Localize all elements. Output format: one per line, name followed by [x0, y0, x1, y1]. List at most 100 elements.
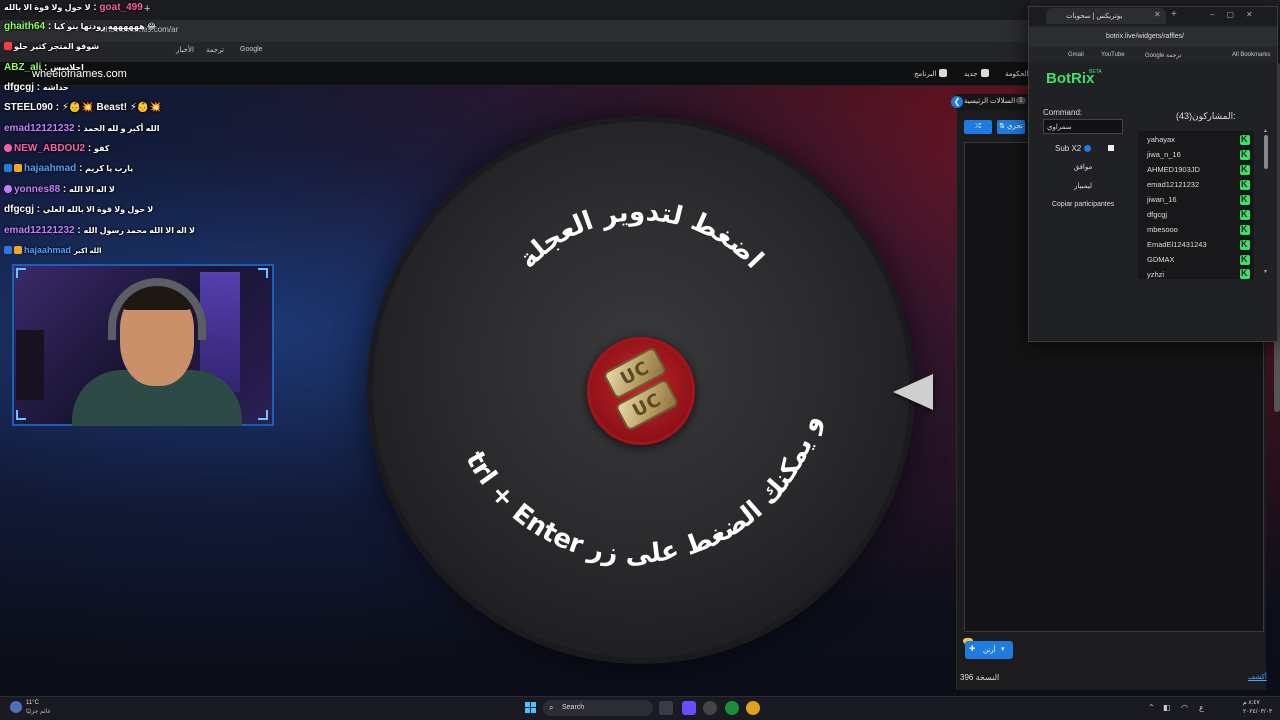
scroll-up-icon[interactable]: ▲: [1263, 128, 1268, 134]
discord-icon[interactable]: [682, 701, 696, 715]
window-controls[interactable]: –▢✕: [1210, 10, 1265, 19]
chat-text: كفو: [94, 144, 110, 153]
uc-label: UC: [617, 357, 654, 390]
chevron-up-icon[interactable]: ⌃: [1148, 703, 1155, 712]
popup-tab-title: بوتريكس | سحوبات: [1066, 13, 1123, 20]
wheel-center-logo[interactable]: UC UC: [587, 337, 695, 445]
svg-text:اضغط لتدوير العجلة: اضغط لتدوير العجلة: [513, 197, 769, 274]
tab-entries[interactable]: السلالات الرئيسية: [964, 97, 1015, 105]
new-tab-button[interactable]: +: [1171, 9, 1177, 20]
accept-button[interactable]: موافق: [1043, 161, 1123, 175]
chat-overlay: لا حول ولا قوة الا بالله : goat_499 ghai…: [4, 0, 294, 262]
webcam-background: [16, 330, 44, 400]
frame-corner: [16, 410, 26, 420]
nav-item-new[interactable]: جديد: [964, 69, 989, 78]
nav-label: جديد: [964, 71, 978, 78]
command-input[interactable]: سمراوي: [1043, 119, 1123, 134]
chat-text: شوفو المتجر كثير حلو: [14, 42, 100, 51]
sort-button[interactable]: ⇅ تجري: [997, 120, 1025, 134]
chat-text: لا اله الا الله: [69, 185, 115, 194]
participant-item: yzhzi: [1147, 270, 1165, 279]
windows-start-icon[interactable]: [525, 702, 537, 714]
reset-button[interactable]: ليمبيار: [1043, 180, 1123, 194]
search-label: Search: [562, 704, 585, 711]
participant-item: emad12121232: [1147, 180, 1200, 189]
scroll-down-icon[interactable]: ▼: [1263, 269, 1268, 275]
close-icon[interactable]: ✕: [1154, 10, 1161, 19]
plus-icon: +: [969, 643, 976, 655]
chrome-icon[interactable]: [725, 701, 739, 715]
chat-user: STEEL090: [4, 102, 53, 113]
kick-icon: [1240, 209, 1250, 220]
weather-icon[interactable]: [10, 701, 22, 713]
nav-label: البرنامج: [914, 71, 937, 78]
shuffle-button[interactable]: ⤮: [964, 120, 992, 134]
chat-message: yonnes88 : لا اله الا الله: [4, 184, 115, 200]
collapse-panel-button[interactable]: ❮: [951, 96, 963, 108]
chat-message: لا حول ولا قوة الا بالله : goat_499: [4, 2, 143, 13]
chat-user: emad12121232: [4, 225, 75, 236]
badge-icon: [4, 42, 12, 50]
clock-date[interactable]: ٢٠٢٤/٠٣/٠٣: [1243, 708, 1272, 715]
participant-item: jiwa_n_16: [1147, 150, 1181, 159]
nav-item-program[interactable]: البرنامج: [914, 69, 948, 78]
kick-icon: [1240, 268, 1250, 279]
chat-text: احلاسس: [50, 63, 84, 72]
badge-icon: [14, 246, 22, 254]
badge-icon: [4, 144, 12, 152]
kick-icon: [1240, 254, 1250, 265]
frame-corner: [16, 268, 26, 278]
chrome-alt-icon[interactable]: [746, 701, 760, 715]
botrix-logo: BotRix: [1046, 70, 1095, 87]
wifi-icon[interactable]: ◠: [1181, 703, 1188, 712]
chat-text: لا اله الا الله محمد رسول الله: [83, 226, 195, 235]
add-image-button[interactable]: + أرتن ▾: [965, 641, 1013, 659]
clock-time[interactable]: ٨:٤٧ م: [1243, 699, 1260, 706]
hide-link[interactable]: أكشف: [1248, 673, 1267, 681]
entries-count: النسخة 396: [960, 673, 1000, 682]
chat-user: emad12121232: [4, 123, 75, 134]
participants-title: (43)المشاركون:: [1176, 111, 1236, 121]
chat-message: emad12121232 : الله أكبر و لله الحمد: [4, 123, 160, 134]
task-view-icon[interactable]: [659, 701, 673, 715]
bookmark-gmail[interactable]: Gmail: [1068, 52, 1084, 58]
popup-url[interactable]: botrix.live/widgets/raffles/: [1106, 33, 1184, 40]
chat-user: goat_499: [99, 2, 143, 13]
chat-message: hajaahmad الله اكبر: [4, 245, 102, 261]
chat-message: STEEL090 : ⚡👶💥 Beast! ⚡👶💥: [4, 102, 162, 113]
kick-icon: [1240, 179, 1250, 190]
bookmark-translate[interactable]: Google ترجمة: [1145, 52, 1181, 59]
kick-icon: [1240, 239, 1250, 250]
obs-icon[interactable]: [703, 701, 717, 715]
weather-temp[interactable]: 11°C: [26, 700, 39, 706]
chat-text: لا حول ولا قوة الا بالله العلي: [42, 205, 154, 214]
tab-results[interactable]: 1: [1016, 97, 1026, 104]
language-indicator[interactable]: ع: [1199, 703, 1204, 712]
subx2-checkbox[interactable]: [1108, 145, 1114, 151]
chat-text: ⚡👶💥 Beast! ⚡👶💥: [61, 102, 162, 113]
bookmark-all[interactable]: All Bookmarks: [1232, 52, 1270, 58]
chat-text: ههههههه زودتها بنو كيا 😂: [54, 22, 157, 31]
chat-user: yonnes88: [14, 184, 61, 195]
wheel-instruction-or: أو يمكنك الضغط على زر: [373, 122, 827, 570]
copy-participants-button[interactable]: Copiar participantes: [1043, 198, 1123, 212]
badge-icon: [4, 164, 12, 172]
chat-message: شوفو المتجر كثير حلو: [4, 41, 99, 57]
chat-text: الله اكبر: [73, 248, 102, 255]
add-label: أرتن: [983, 647, 996, 654]
weather-text[interactable]: غائم جزئيًا: [26, 708, 51, 715]
taskbar-search[interactable]: [543, 700, 653, 716]
network-icon[interactable]: ◧: [1163, 703, 1171, 712]
chat-message: dfgcgj : حداشه: [4, 82, 69, 93]
chat-user: ghaith64: [4, 21, 46, 32]
participants-scrollbar[interactable]: [1264, 135, 1268, 169]
info-icon[interactable]: [1084, 145, 1091, 152]
bookmark-youtube[interactable]: YouTube: [1101, 52, 1125, 58]
badge-icon: [4, 185, 12, 193]
wheel-shortcut: Ctrl + Enter: [373, 122, 587, 561]
chat-text: لا حول ولا قوة الا بالله: [4, 3, 91, 12]
participant-item: yahayax: [1147, 135, 1175, 144]
command-label: Command:: [1043, 108, 1083, 117]
subx2-label: Sub X2: [1055, 144, 1082, 153]
chat-user: hajaahmad: [24, 245, 72, 255]
